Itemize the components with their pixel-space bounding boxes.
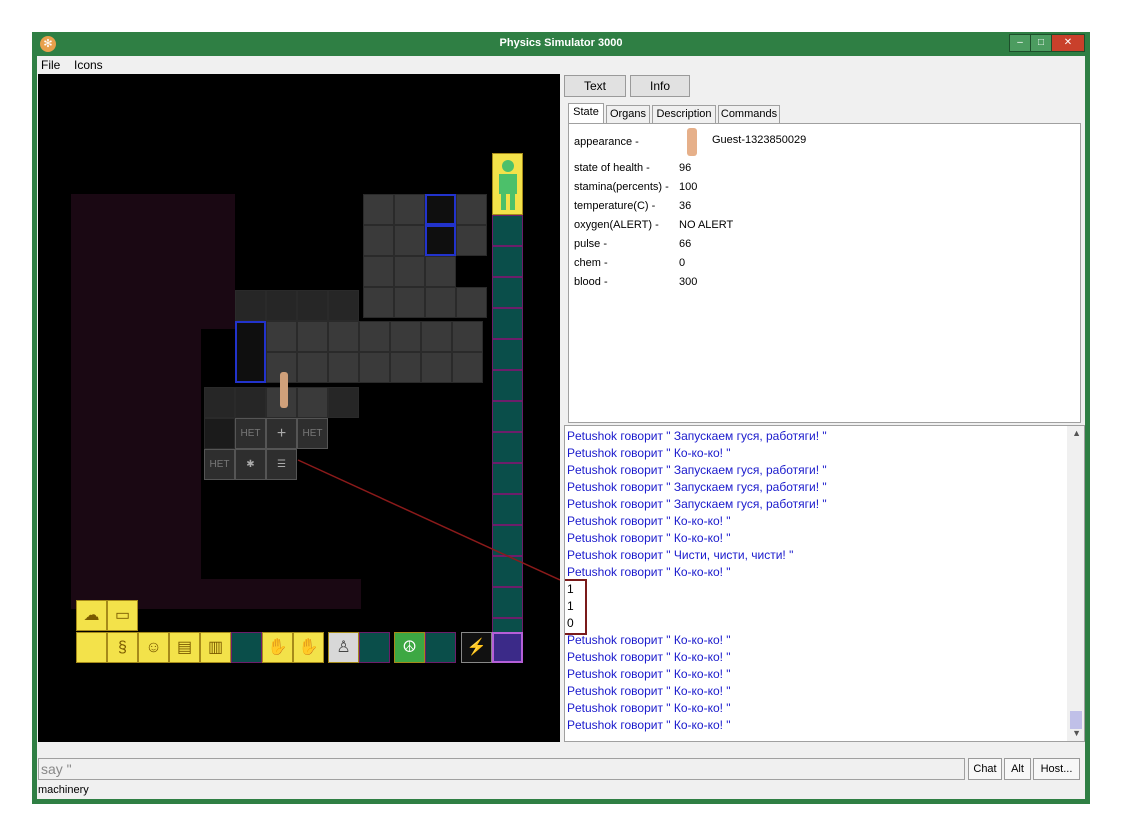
oxygen-label: oxygen(ALERT) - (574, 219, 659, 231)
tab-description[interactable]: Description (652, 105, 716, 123)
health-value: 96 (679, 162, 692, 174)
log-line: Petushok говорит " Ко-ко-ко! " (567, 633, 731, 647)
info-button[interactable]: Info (630, 75, 690, 97)
blood-value: 300 (679, 276, 698, 288)
log-line: Petushok говорит " Чисти, чисти, чисти! … (567, 548, 794, 562)
pulse-value: 66 (679, 238, 692, 250)
status-bar: machinery (38, 782, 1084, 798)
host-button[interactable]: Host... (1033, 758, 1080, 780)
pointer-line (297, 459, 560, 581)
alt-button[interactable]: Alt (1004, 758, 1031, 780)
minimize-button[interactable]: – (1009, 34, 1031, 52)
appearance-label: appearance - (574, 136, 639, 148)
log-line: Petushok говорит " Ко-ко-ко! " (567, 531, 731, 545)
client-area: File Icons НЕТ + НЕТ НЕТ ✱ ☰ ☁ ▭ § ☺ ▤ ▥… (37, 56, 1085, 799)
title-bar[interactable]: ✻ Physics Simulator 3000 – □ ✕ (32, 32, 1090, 56)
chem-value: 0 (679, 257, 686, 269)
chem-label: chem - (574, 257, 608, 269)
oxygen-value: NO ALERT (679, 219, 734, 231)
text-button[interactable]: Text (564, 75, 626, 97)
log-line: Petushok говорит " Ко-ко-ко! " (567, 718, 731, 732)
close-button[interactable]: ✕ (1051, 34, 1085, 52)
appearance-avatar (687, 128, 697, 156)
log-line: Petushok говорит " Запускаем гуся, работ… (567, 480, 827, 494)
tab-commands[interactable]: Commands (718, 105, 780, 123)
log-line: Petushok говорит " Ко-ко-ко! " (567, 667, 731, 681)
temperature-label: temperature(C) - (574, 200, 656, 212)
log-line: Petushok говорит " Ко-ко-ко! " (567, 650, 731, 664)
tab-organs[interactable]: Organs (606, 105, 650, 123)
appearance-value: Guest-1323850029 (712, 134, 807, 146)
log-line: Petushok говорит " Ко-ко-ко! " (567, 684, 731, 698)
app-window: ✻ Physics Simulator 3000 – □ ✕ File Icon… (32, 32, 1090, 804)
stamina-label: stamina(percents) - (574, 181, 669, 193)
log-line: Petushok говорит " Запускаем гуся, работ… (567, 497, 827, 511)
maximize-button[interactable]: □ (1030, 34, 1052, 52)
state-panel: appearance - Guest-1323850029 state of h… (568, 123, 1081, 423)
menu-file[interactable]: File (41, 58, 60, 72)
scroll-down-icon[interactable]: ▼ (1072, 728, 1081, 738)
log-scrollbar[interactable]: ▲ ▼ (1067, 426, 1084, 741)
highlight-box (565, 579, 587, 635)
scroll-thumb[interactable] (1070, 711, 1082, 729)
log-line: Petushok говорит " Ко-ко-ко! " (567, 701, 731, 715)
temperature-value: 36 (679, 200, 692, 212)
chat-log[interactable]: Petushok говорит " Запускаем гуся, работ… (564, 425, 1085, 742)
stamina-value: 100 (679, 181, 698, 193)
scroll-up-icon[interactable]: ▲ (1072, 428, 1081, 438)
game-map-view[interactable]: НЕТ + НЕТ НЕТ ✱ ☰ ☁ ▭ § ☺ ▤ ▥ ✋ ✋ ♙ ☮ ⚡ (38, 74, 560, 742)
menu-icons[interactable]: Icons (74, 58, 103, 72)
info-panel: Text Info State Organs Description Comma… (564, 74, 1085, 742)
window-title: Physics Simulator 3000 (499, 37, 623, 49)
log-line: Petushok говорит " Запускаем гуся, работ… (567, 463, 827, 477)
log-line: Petushok говорит " Ко-ко-ко! " (567, 565, 731, 579)
menu-bar: File Icons (37, 56, 1085, 74)
log-line: Petushok говорит " Ко-ко-ко! " (567, 514, 731, 528)
blood-label: blood - (574, 276, 608, 288)
log-line: Petushok говорит " Запускаем гуся, работ… (567, 429, 827, 443)
command-input[interactable]: say " (38, 758, 965, 780)
chat-button[interactable]: Chat (968, 758, 1002, 780)
health-label: state of health - (574, 162, 650, 174)
log-line: Petushok говорит " Ко-ко-ко! " (567, 446, 731, 460)
tab-state[interactable]: State (568, 103, 604, 123)
pulse-label: pulse - (574, 238, 608, 250)
